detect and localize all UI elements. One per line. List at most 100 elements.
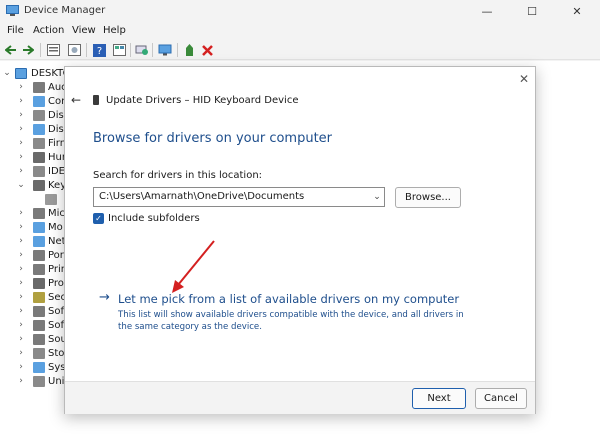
chevron-right-icon[interactable]: ›	[16, 375, 26, 387]
properties-icon[interactable]	[45, 42, 61, 58]
cancel-button[interactable]: Cancel	[475, 388, 527, 409]
driver-path-combobox[interactable]: C:\Users\Amarnath\OneDrive\Documents ⌄	[93, 187, 385, 207]
toolbar-separator	[130, 43, 131, 57]
chevron-down-icon[interactable]: ⌄	[16, 179, 26, 191]
tree-item-label: Mic	[48, 207, 65, 219]
svg-text:?: ?	[96, 46, 101, 57]
chevron-right-icon[interactable]: ›	[16, 123, 26, 135]
toolbar-separator	[86, 43, 87, 57]
help-icon[interactable]: ?	[91, 42, 107, 58]
chevron-right-icon[interactable]: ›	[16, 333, 26, 345]
chevron-right-icon[interactable]: ›	[16, 263, 26, 275]
computer-icon	[15, 67, 27, 79]
system-icon	[33, 361, 45, 373]
monitor-icon	[33, 221, 45, 233]
chevron-right-icon[interactable]: ›	[16, 291, 26, 303]
firmware-icon	[33, 137, 45, 149]
monitor-icon[interactable]	[157, 42, 173, 58]
window-title: Device Manager	[24, 5, 106, 16]
software-icon	[33, 319, 45, 331]
menu-view[interactable]: View	[72, 25, 96, 36]
menu-action[interactable]: Action	[33, 25, 64, 36]
chevron-right-icon[interactable]: ›	[16, 109, 26, 121]
pick-driver-description: This list will show available drivers co…	[118, 310, 464, 332]
keyboard-icon	[33, 179, 45, 191]
tree-item-label: Pro	[48, 277, 64, 289]
toolbar-separator	[152, 43, 153, 57]
display-icon	[33, 123, 45, 135]
arrow-right-icon[interactable]: →	[99, 290, 110, 305]
security-icon	[33, 291, 45, 303]
usb-icon	[33, 375, 45, 387]
chevron-right-icon[interactable]: ›	[16, 305, 26, 317]
chevron-right-icon[interactable]: ›	[16, 137, 26, 149]
browse-button[interactable]: Browse...	[395, 187, 461, 208]
tree-item-label: Mo	[48, 221, 63, 233]
back-arrow-icon[interactable]: ←	[69, 93, 83, 107]
scan-icon[interactable]	[134, 42, 150, 58]
close-icon: ✕	[518, 72, 530, 86]
chevron-right-icon[interactable]: ›	[16, 235, 26, 247]
network-icon	[33, 235, 45, 247]
tree-item-label: Cor	[48, 95, 66, 107]
menu-file[interactable]: File	[7, 25, 24, 36]
chevron-down-icon[interactable]: ⌄	[2, 67, 12, 79]
next-button[interactable]: Next	[412, 388, 466, 409]
toolbar: ?	[0, 40, 600, 60]
pick-driver-link[interactable]: Let me pick from a list of available dri…	[118, 292, 459, 306]
chevron-right-icon[interactable]: ›	[16, 277, 26, 289]
mice-icon	[33, 207, 45, 219]
include-subfolders-checkbox[interactable]: ✓	[93, 213, 104, 224]
chevron-right-icon[interactable]: ›	[16, 81, 26, 93]
dialog-footer: Next Cancel	[65, 381, 535, 414]
device-manager-icon	[6, 5, 19, 16]
chevron-right-icon[interactable]: ›	[16, 95, 26, 107]
title-bar: Device Manager — ☐ ✕	[0, 0, 600, 22]
print-icon	[33, 263, 45, 275]
chevron-right-icon[interactable]: ›	[16, 361, 26, 373]
maximize-button[interactable]: ☐	[509, 0, 555, 22]
sound-icon	[33, 333, 45, 345]
list-icon[interactable]	[111, 42, 127, 58]
include-subfolders-label[interactable]: Include subfolders	[108, 213, 200, 224]
storage-icon	[33, 347, 45, 359]
keyboard-device-icon	[93, 95, 99, 105]
back-icon[interactable]	[3, 42, 19, 58]
software-icon	[33, 305, 45, 317]
chevron-right-icon[interactable]: ›	[16, 165, 26, 177]
tree-item-label: Por	[48, 249, 64, 261]
view-icon[interactable]	[66, 42, 82, 58]
hid-icon	[33, 151, 45, 163]
chevron-right-icon[interactable]: ›	[16, 249, 26, 261]
driver-path-value: C:\Users\Amarnath\OneDrive\Documents	[99, 191, 305, 202]
tree-item-label: Net	[48, 235, 66, 247]
dialog-heading: Browse for drivers on your computer	[93, 131, 333, 146]
update-drivers-dialog: ✕ ← Update Drivers – HID Keyboard Device…	[64, 66, 536, 414]
chevron-right-icon[interactable]: ›	[16, 221, 26, 233]
tree-item-label: IDE	[48, 165, 65, 177]
close-button[interactable]: ✕	[554, 0, 600, 22]
ports-icon	[33, 249, 45, 261]
chevron-right-icon[interactable]: ›	[16, 347, 26, 359]
dialog-title: Update Drivers – HID Keyboard Device	[106, 95, 299, 106]
chevron-right-icon[interactable]: ›	[16, 207, 26, 219]
checkmark-icon: ✓	[95, 214, 102, 223]
audio-icon	[33, 81, 45, 93]
forward-icon[interactable]	[20, 42, 36, 58]
minimize-button[interactable]: —	[464, 0, 510, 22]
menu-bar: File Action View Help	[0, 22, 600, 40]
keyboard-device-icon	[45, 193, 57, 205]
search-location-label: Search for drivers in this location:	[93, 170, 263, 181]
toolbar-separator	[40, 43, 41, 57]
computer-icon	[33, 95, 45, 107]
toolbar-separator	[177, 43, 178, 57]
processor-icon	[33, 277, 45, 289]
menu-help[interactable]: Help	[103, 25, 126, 36]
uninstall-icon[interactable]	[199, 42, 215, 58]
chevron-down-icon[interactable]: ⌄	[371, 190, 383, 204]
add-driver-icon[interactable]	[181, 42, 197, 58]
chevron-right-icon[interactable]: ›	[16, 151, 26, 163]
dialog-close-button[interactable]: ✕	[516, 71, 532, 87]
chevron-right-icon[interactable]: ›	[16, 319, 26, 331]
ide-icon	[33, 165, 45, 177]
